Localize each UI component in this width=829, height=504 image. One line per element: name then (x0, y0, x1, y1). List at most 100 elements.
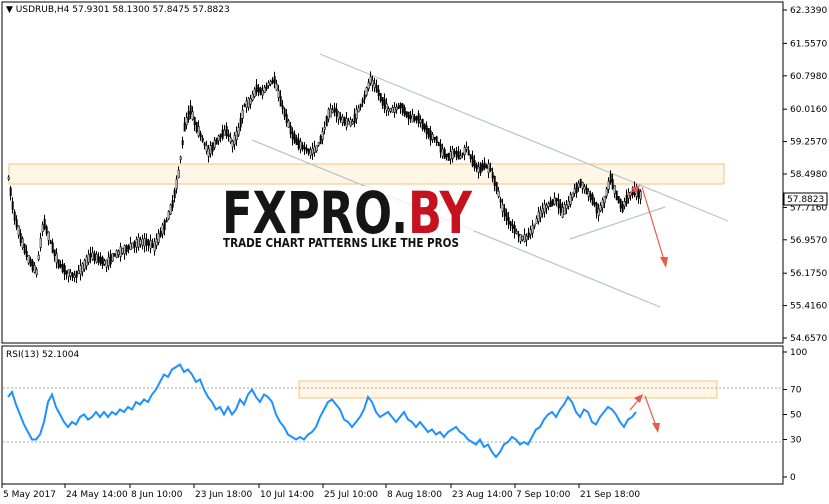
candle-body (197, 126, 200, 137)
candle-body (577, 182, 580, 188)
candle-body (373, 83, 376, 88)
candle-body (461, 152, 464, 156)
candle-body (193, 117, 196, 126)
rsi-tick-label: 30 (790, 436, 802, 446)
candle-body (511, 224, 514, 229)
rsi-tick-label: 50 (790, 411, 802, 421)
candle-body (639, 191, 642, 200)
candle-body (503, 208, 506, 217)
time-tick-label: 23 Aug 14:00 (452, 490, 513, 500)
candle-body (329, 108, 332, 118)
candle-body (255, 84, 258, 93)
current-price-tag: 57.8823 (783, 192, 828, 206)
price-tick-label: 54.6570 (790, 334, 827, 344)
price-tick-label: 58.4980 (790, 170, 827, 180)
candle-body (215, 137, 218, 145)
candle-body (289, 125, 292, 134)
candle-body (507, 217, 510, 225)
candle-body (301, 144, 304, 150)
candle-body (529, 229, 532, 236)
candle-body (307, 148, 310, 154)
candle-body (27, 255, 30, 264)
candle-body (179, 156, 182, 160)
candle-body (467, 149, 470, 156)
candle-body (627, 191, 630, 199)
candle-body (99, 256, 102, 264)
candle-body (615, 190, 618, 200)
candle-body (555, 197, 558, 202)
candle-body (397, 105, 400, 109)
candle-body (19, 233, 22, 243)
price-tick-label: 59.2570 (790, 138, 827, 148)
candle-body (217, 135, 220, 142)
candle-body (81, 263, 84, 273)
candle-body (189, 105, 192, 115)
candle-body (305, 148, 308, 152)
candle-body (191, 111, 194, 120)
candle-body (241, 109, 244, 119)
candle-body (59, 264, 62, 268)
time-tick-label: 8 Jun 10:00 (131, 490, 183, 500)
candle-body (589, 193, 592, 200)
candle-body (331, 109, 334, 114)
candle-body (41, 224, 44, 233)
candle-body (477, 166, 480, 173)
candle-body (243, 104, 246, 108)
candle-body (295, 137, 298, 145)
candle-body (411, 114, 414, 123)
candle-body (613, 185, 616, 194)
candle-body (399, 103, 402, 109)
candle-body (235, 130, 238, 141)
candle-body (489, 168, 492, 172)
candle-body (417, 113, 420, 124)
candle-body (521, 235, 524, 241)
candle-body (497, 190, 500, 197)
candle-body (113, 253, 116, 257)
candle-body (273, 76, 276, 84)
candle-body (593, 202, 596, 206)
candle-body (415, 116, 418, 121)
candle-body (499, 199, 502, 203)
candle-body (381, 97, 384, 106)
candle-body (183, 122, 186, 132)
candle-body (605, 188, 608, 197)
time-tick-label: 10 Jul 14:00 (260, 490, 314, 500)
candle-body (117, 250, 120, 256)
candle-body (163, 220, 166, 230)
candle-body (133, 241, 136, 248)
candle-body (205, 145, 208, 152)
candle-body (165, 219, 168, 223)
candle-body (455, 150, 458, 158)
candle-body (363, 94, 366, 100)
time-axis: 5 May 2017 24 May 14:00 8 Jun 10:00 23 Jun … (1, 484, 640, 500)
candle-body (303, 146, 306, 150)
candle-body (481, 163, 484, 171)
price-tick-label: 55.4160 (790, 302, 827, 312)
candle-body (57, 259, 60, 268)
candle-body (187, 111, 190, 121)
candle-body (591, 194, 594, 205)
candle-body (83, 259, 86, 270)
candle-body (369, 76, 372, 84)
candle-body (229, 137, 232, 143)
price-tick-label: 56.9570 (790, 236, 827, 246)
candle-body (439, 143, 442, 153)
candle-body (437, 141, 440, 147)
candle-body (213, 140, 216, 148)
candle-body (343, 117, 346, 126)
candle-body (561, 207, 564, 218)
candle-body (413, 116, 416, 121)
candle-body (393, 106, 396, 113)
rsi-axis: 100 70 50 30 0 (783, 348, 807, 483)
candle-body (457, 151, 460, 160)
candle-body (623, 201, 626, 207)
rsi-tick-label: 0 (790, 473, 796, 483)
candle-body (365, 87, 368, 96)
candle-body (387, 108, 390, 112)
rsi-panel-frame (1, 345, 784, 485)
candle-body (239, 117, 242, 128)
candle-body (525, 235, 528, 241)
candle-body (115, 250, 118, 258)
candle-body (583, 186, 586, 191)
candle-body (407, 111, 410, 120)
